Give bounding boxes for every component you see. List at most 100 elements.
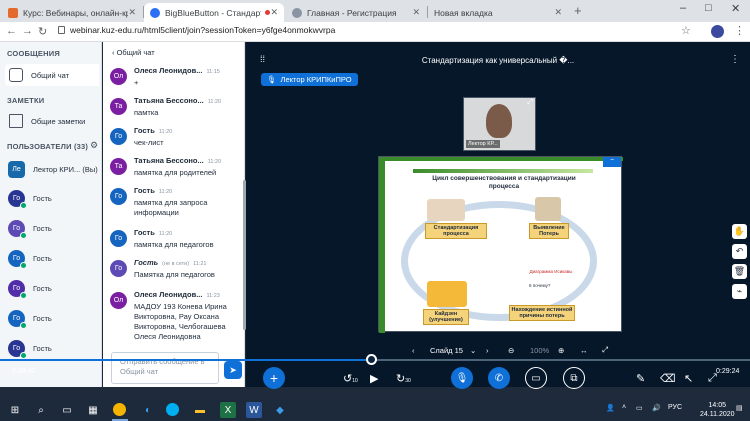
send-button[interactable]: ➤ — [224, 361, 242, 379]
windows-start-icon[interactable]: ⊞ — [7, 402, 23, 418]
hand-tool-icon[interactable]: ✋ — [732, 224, 747, 239]
zoom-out-icon[interactable]: ⊖ — [508, 346, 514, 355]
more-options-icon[interactable]: ⋮ — [730, 54, 740, 65]
chat-panel: ‹ Общий чат Ол Олеся Леонидов... 11:15 + … — [103, 42, 245, 387]
multi-user-whiteboard-icon[interactable]: ⌁ — [732, 284, 747, 299]
excel-icon[interactable]: X — [220, 402, 236, 418]
screen-share-button[interactable]: ⧉ — [563, 367, 585, 389]
user-item[interactable]: Го Гость — [8, 277, 100, 299]
taskbar-clock[interactable]: 14:05 24.11.2020 — [700, 401, 735, 419]
bigbluebutton-icon — [150, 7, 160, 18]
user-item[interactable]: Го Гость — [8, 337, 100, 359]
diagram-label: Диаграмма Исикавы — [529, 269, 573, 274]
new-tab-button[interactable]: + — [574, 3, 582, 18]
avatar: Ол — [110, 68, 127, 85]
pencil-icon[interactable]: ✎ — [636, 372, 645, 385]
prev-slide-button[interactable]: ‹ — [412, 346, 415, 355]
webcam-label: Лектор КР... — [466, 140, 500, 148]
fit-width-icon[interactable]: ↔ — [580, 346, 588, 355]
audio-phone-button[interactable]: ✆ — [488, 367, 510, 389]
close-icon[interactable]: ✕ — [128, 7, 136, 18]
bookmark-star-icon[interactable]: ☆ — [681, 24, 691, 37]
microphone-button[interactable]: 🎙 — [451, 367, 473, 389]
browser-tab-strip: Курс: Вебинары, онлайн-кругл ✕ BigBlueBu… — [0, 0, 750, 22]
webcam-button[interactable]: ▭ — [525, 367, 547, 389]
user-item[interactable]: Го Гость — [8, 187, 100, 209]
play-button[interactable]: ▶ — [370, 372, 378, 385]
chat-back-button[interactable]: ‹ Общий чат — [112, 48, 155, 57]
forward-icon[interactable]: → — [22, 25, 33, 37]
lock-icon — [58, 26, 65, 34]
minimize-presentation-button[interactable]: − — [603, 157, 621, 167]
gear-icon[interactable]: ⚙ — [90, 140, 98, 151]
close-icon[interactable]: ✕ — [270, 7, 278, 18]
chevron-down-icon: ⌄ — [470, 345, 477, 355]
mic-status-icon — [20, 351, 27, 359]
undo-icon[interactable]: ↶ — [732, 244, 747, 259]
maximize-icon[interactable]: □ — [705, 2, 712, 14]
slide-box: Кайдзен (улучшение) — [423, 309, 469, 325]
trash-icon[interactable]: 🗑 — [732, 264, 747, 279]
chat-message-input[interactable]: Отправить сообщение в Общий чат — [111, 352, 219, 384]
mic-icon: 🎙 — [455, 372, 469, 384]
zoom-in-icon[interactable]: ⊕ — [558, 346, 564, 355]
volume-icon[interactable]: 🔊 — [652, 404, 661, 412]
eraser-icon[interactable]: ⌫ — [660, 372, 676, 385]
sidebar-item-shared-notes[interactable]: Общие заметки — [5, 110, 99, 132]
tab-new[interactable]: Новая вкладка ✕ — [428, 3, 568, 22]
actions-button[interactable]: + — [263, 367, 285, 389]
rewind-button[interactable]: ↺10 — [343, 372, 358, 385]
next-slide-button[interactable]: › — [486, 346, 489, 355]
slide-box: Нахождение истинной причины потерь — [509, 305, 575, 321]
notifications-icon[interactable]: ▤ — [736, 404, 743, 412]
fullscreen-icon[interactable]: ⤢ — [527, 99, 533, 107]
user-item[interactable]: Го Гость — [8, 307, 100, 329]
avatar: Ле — [8, 160, 25, 178]
fullscreen-icon[interactable]: ⤢ — [708, 372, 717, 385]
mic-status-icon — [20, 261, 27, 269]
back-icon[interactable]: ← — [6, 25, 17, 37]
network-icon[interactable]: ▭ — [636, 404, 643, 412]
reload-icon[interactable]: ↻ — [38, 25, 47, 38]
playback-progress-fill — [0, 359, 370, 361]
user-item[interactable]: Го Гость — [8, 247, 100, 269]
presentation-area: ⁞⁞ Стандартизация как универсальный �...… — [246, 42, 750, 387]
close-icon[interactable]: ✕ — [554, 7, 562, 18]
avatar: Та — [110, 158, 127, 175]
close-window-icon[interactable]: ✕ — [731, 2, 740, 15]
minimize-icon[interactable]: – — [680, 2, 686, 14]
slide-selector[interactable]: Слайд 15 — [430, 346, 463, 355]
fullscreen-icon[interactable]: ⤢ — [602, 345, 608, 355]
word-icon[interactable]: W — [246, 402, 262, 418]
pointer-icon[interactable]: ↖ — [684, 372, 693, 385]
presenter-badge: 🎙 Лектор КРИПКиПРО — [261, 73, 358, 86]
diagram-label: 5 почему? — [529, 283, 551, 288]
mic-status-icon — [20, 291, 27, 299]
task-view-icon[interactable]: ▭ — [59, 402, 75, 418]
app-icon[interactable]: ◆ — [272, 402, 288, 418]
browser-menu-icon[interactable]: ⋮ — [734, 24, 745, 37]
edge-icon[interactable]: ◐ — [140, 402, 156, 418]
skype-icon[interactable] — [166, 403, 179, 416]
chrome-icon[interactable] — [113, 403, 126, 416]
profile-avatar[interactable] — [711, 25, 724, 38]
search-icon[interactable]: ⌕ — [33, 402, 49, 418]
close-icon[interactable]: ✕ — [412, 7, 420, 18]
forward-button[interactable]: ↻30 — [396, 372, 411, 385]
tab-course[interactable]: Курс: Вебинары, онлайн-кругл ✕ — [2, 3, 142, 22]
url-field[interactable]: webinar.kuz-edu.ru/html5client/join?sess… — [70, 25, 335, 35]
webcam-video[interactable]: Лектор КР... ⤢ — [463, 97, 536, 151]
user-item[interactable]: Ле Лектор КРИ... (Вы) — [8, 158, 100, 180]
presentation-slide: − Цикл совершенствования и стандартизаци… — [378, 156, 623, 333]
sidebar-item-public-chat[interactable]: Общий чат — [5, 64, 99, 86]
folder-icon[interactable]: ▬ — [192, 402, 208, 418]
notes-header: ЗАМЕТКИ — [7, 96, 45, 105]
playback-scrubber[interactable] — [366, 354, 377, 365]
explorer-icon[interactable]: ▦ — [85, 402, 101, 418]
tab-bigbluebutton[interactable]: BigBlueButton - Стандартиз ✕ — [144, 3, 284, 22]
tab-registration[interactable]: Главная - Регистрация ✕ — [286, 3, 426, 22]
language-indicator[interactable]: РУС — [668, 404, 682, 411]
user-item[interactable]: Го Гость — [8, 217, 100, 239]
people-icon[interactable]: 👤 — [606, 404, 615, 412]
chevron-up-icon[interactable]: ˄ — [622, 404, 626, 411]
